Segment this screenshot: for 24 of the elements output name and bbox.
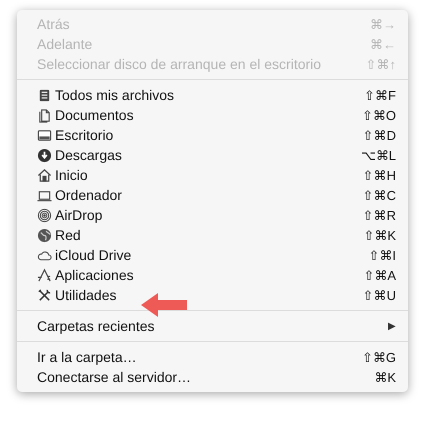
tools-icon: [37, 288, 52, 302]
desktop-icon: [37, 128, 52, 142]
menu-item[interactable]: Conectarse al servidor… ⌘K: [17, 367, 408, 387]
menu-item[interactable]: Carpetas recientes ▶: [17, 316, 408, 336]
menu-item[interactable]: Aplicaciones ⇧⌘A: [17, 265, 408, 285]
document-icon: [37, 108, 52, 122]
radar-icon: [37, 208, 52, 222]
globe-icon: [37, 228, 52, 242]
menu-item[interactable]: iCloud Drive ⇧⌘I: [17, 245, 408, 265]
menu-item[interactable]: Documentos ⇧⌘O: [17, 105, 408, 125]
compass-icon: [37, 268, 52, 282]
menu-item[interactable]: Utilidades ⇧⌘U: [17, 285, 408, 305]
menu-item[interactable]: Descargas ⌥⌘L: [17, 145, 408, 165]
menu-item[interactable]: Ordenador ⇧⌘C: [17, 185, 408, 205]
menu-item[interactable]: AirDrop ⇧⌘R: [17, 205, 408, 225]
house-icon: [37, 168, 52, 182]
menu-item[interactable]: Ir a la carpeta… ⇧⌘G: [17, 347, 408, 367]
menu-item[interactable]: Todos mis archivos ⇧⌘F: [17, 85, 408, 105]
stack-icon: [37, 88, 52, 102]
annotation-arrow: [141, 293, 187, 317]
download-icon: [37, 148, 52, 162]
menu-item[interactable]: Inicio ⇧⌘H: [17, 165, 408, 185]
menu-item[interactable]: Red ⇧⌘K: [17, 225, 408, 245]
menu-item[interactable]: Escritorio ⇧⌘D: [17, 125, 408, 145]
